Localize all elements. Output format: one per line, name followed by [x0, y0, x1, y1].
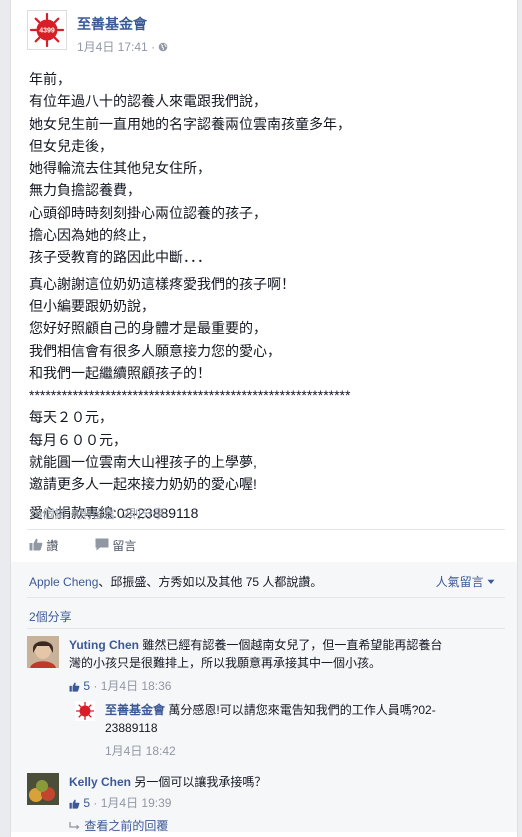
- post-body-line: 和我們一起繼續照顧孩子的！: [29, 364, 211, 381]
- post-body: 年前， 有位年過八十的認養人來電跟我們說， 她女兒生前一直用她的名字認養兩位雲南孩童…: [29, 68, 509, 524]
- divider: [27, 628, 505, 629]
- reply-arrow-icon: [69, 822, 80, 830]
- avatar-photo-icon: [27, 773, 59, 805]
- meta-separator: ·: [151, 40, 156, 54]
- view-previous-replies[interactable]: 查看之前的回覆: [69, 817, 505, 835]
- post-header: 4399 至善基金會 1月4日 17:41 ·: [11, 0, 517, 60]
- comment-text-line2: 灣的小孩只是很難排上，所以我願意再承接其中一個小孩。: [69, 656, 382, 670]
- comments-count-link[interactable]: 4則留言: [73, 507, 116, 521]
- comment-meta: 5 · 1月4日 18:36: [69, 677, 469, 695]
- reply-timestamp[interactable]: 1月4日 18:42: [105, 744, 176, 758]
- comment-item: Yuting Chen 雖然已經有認養一個越南女兒了，但一直希望能再認養台 灣的…: [27, 636, 505, 696]
- view-previous-label: 查看之前的回覆: [84, 819, 169, 833]
- post-stats: 78個讚 4則留言 2則分享: [29, 505, 165, 522]
- meta-separator: ·: [93, 679, 98, 693]
- speech-bubble-icon: [95, 538, 109, 551]
- likes-count-link[interactable]: 78個讚: [29, 507, 66, 521]
- thumbs-up-icon: [69, 682, 80, 692]
- post-body-line: 無力負擔認養費，: [29, 182, 141, 199]
- reply-avatar[interactable]: [75, 701, 95, 721]
- likers-rest[interactable]: 、邱振盛、方秀如以及其他 75 人都說讚。: [98, 575, 322, 589]
- reply-content: 至善基金會 萬分感恩!可以請您來電告知我們的工作人員嗎?02- 23889118…: [105, 701, 465, 760]
- meta-separator: ·: [93, 796, 98, 810]
- comment-timestamp[interactable]: 1月4日 19:39: [101, 796, 172, 810]
- chevron-down-icon: [487, 579, 495, 584]
- thumbs-up-icon: [69, 799, 80, 809]
- post-body-line: 擔心因為她的終止，: [29, 227, 155, 244]
- svg-text:4399: 4399: [39, 28, 55, 35]
- post-body-line: 我們相信會有很多人願意接力您的愛心，: [29, 342, 281, 359]
- post-timestamp[interactable]: 1月4日 17:41: [77, 40, 148, 54]
- reply-item: 至善基金會 萬分感恩!可以請您來電告知我們的工作人員嗎?02- 23889118…: [75, 701, 505, 761]
- commenter-avatar[interactable]: [27, 636, 59, 668]
- comment-like-count[interactable]: 5: [83, 796, 90, 810]
- comment-button[interactable]: 留言: [95, 537, 136, 554]
- thumbs-up-icon: [29, 538, 43, 551]
- comment-content: Yuting Chen 雖然已經有認養一個越南女兒了，但一直希望能再認養台 灣的…: [69, 636, 469, 695]
- post-body-line: 心頭卻時時刻刻掛心兩位認養的孩子，: [29, 204, 267, 221]
- commenter-avatar[interactable]: [27, 773, 59, 805]
- comment-author-link[interactable]: Kelly Chen: [69, 775, 131, 789]
- post-meta: 1月4日 17:41 ·: [77, 38, 168, 55]
- comment-content: Kelly Chen 另一個可以讓我承接嗎？ 5 · 1月4日 19:39: [69, 773, 469, 812]
- reply-author-link[interactable]: 至善基金會: [105, 703, 165, 717]
- liker-name-link[interactable]: Apple Cheng: [29, 575, 98, 589]
- post-actions: 讚 留言: [29, 537, 136, 554]
- reply-text-line1: 萬分感恩!可以請您來電告知我們的工作人員嗎?02-: [168, 703, 436, 717]
- like-button[interactable]: 讚: [29, 537, 58, 554]
- post-body-line: 邀請更多人一起來接力奶奶的愛心喔!: [29, 476, 257, 493]
- post-body-line: 真心謝謝這位奶奶這樣疼愛我們的孩子啊！: [29, 275, 295, 292]
- post-body-line: 她得輪流去住其他兒女住所，: [29, 160, 211, 177]
- post-body-line: 每天２０元，: [29, 409, 113, 426]
- likers-summary: Apple Cheng、邱振盛、方秀如以及其他 75 人都說讚。: [29, 573, 322, 590]
- comment-like-count[interactable]: 5: [83, 679, 90, 693]
- post-body-line: ****************************************…: [29, 387, 351, 404]
- divider: [27, 529, 505, 530]
- comment-item: Kelly Chen 另一個可以讓我承接嗎？ 5 · 1月4日 19:39: [27, 773, 505, 815]
- post-body-line: 她女兒生前一直用她的名字認養兩位雲南孩童多年，: [29, 115, 351, 132]
- post-body-line: 就能圓一位雲南大山裡孩子的上學夢,: [29, 454, 257, 471]
- comment-timestamp[interactable]: 1月4日 18:36: [101, 679, 172, 693]
- like-button-label: 讚: [46, 539, 59, 553]
- post-body-line: 孩子受教育的路因此中斷．．．: [29, 249, 211, 266]
- foundation-logo-icon: [75, 701, 95, 721]
- post-card: 4399 至善基金會 1月4日 17:41 · 年前， 有位年過八十的認養人來電跟…: [10, 0, 518, 837]
- shares-link[interactable]: 2個分享: [29, 608, 72, 625]
- page-name-link[interactable]: 至善基金會: [77, 14, 147, 34]
- post-body-line: 每月６００元，: [29, 431, 127, 448]
- post-body-line: 但女兒走後，: [29, 137, 113, 154]
- reply-meta: 1月4日 18:42: [105, 742, 465, 760]
- avatar-photo-icon: [27, 636, 59, 668]
- feedback-section: Apple Cheng、邱振盛、方秀如以及其他 75 人都說讚。 人氣留言 2個…: [11, 562, 517, 835]
- globe-icon[interactable]: [158, 42, 168, 52]
- comment-button-label: 留言: [112, 539, 137, 553]
- post-body-line: 但小編要跟奶奶說，: [29, 297, 155, 314]
- post-body-line: 您好好照顧自己的身體才是最重要的，: [29, 320, 267, 337]
- page-avatar[interactable]: 4399: [27, 10, 67, 50]
- comment-text-line1: 另一個可以讓我承接嗎？: [134, 775, 267, 789]
- comment-author-link[interactable]: Yuting Chen: [69, 638, 139, 652]
- foundation-logo-icon: 4399: [29, 12, 65, 48]
- comment-meta: 5 · 1月4日 19:39: [69, 794, 469, 812]
- divider: [27, 597, 505, 598]
- top-comments-label: 人氣留言: [435, 575, 484, 589]
- comment-text-line1: 雖然已經有認養一個越南女兒了，但一直希望能再認養台: [142, 638, 443, 652]
- post-body-line: 有位年過八十的認養人來電跟我們說，: [29, 93, 267, 110]
- shares-count-link[interactable]: 2則分享: [122, 507, 165, 521]
- post-body-line: 年前，: [29, 71, 71, 87]
- reply-text-line2: 23889118: [105, 721, 158, 735]
- top-comments-dropdown[interactable]: 人氣留言: [436, 573, 495, 590]
